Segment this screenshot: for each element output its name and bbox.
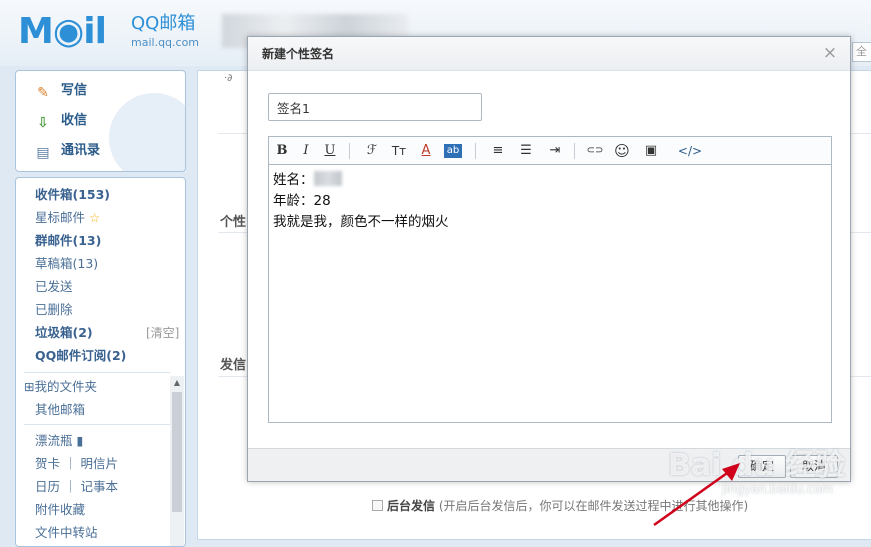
folder-starred[interactable]: 星标邮件 ☆ xyxy=(35,208,100,228)
signature-name-input[interactable] xyxy=(268,93,482,121)
signature-line-name: 姓名： xyxy=(273,170,827,191)
file-transfer-link[interactable]: 文件中转站 xyxy=(35,523,98,543)
signature-section-heading: 个性 xyxy=(220,215,247,230)
folder-deleted[interactable]: 已删除 xyxy=(35,300,73,320)
empty-spam-link[interactable]: [清空] xyxy=(146,323,179,343)
align-button[interactable]: ≡ xyxy=(488,142,508,160)
close-icon[interactable]: × xyxy=(822,45,838,62)
toolbar-separator xyxy=(475,143,476,159)
background-color-button[interactable]: ab xyxy=(444,144,462,158)
qq-penguin-decoration xyxy=(109,93,185,171)
folder-inbox[interactable]: 收件箱(153) xyxy=(35,185,110,205)
italic-button[interactable]: I xyxy=(296,142,316,160)
font-size-button[interactable]: Tт xyxy=(389,142,409,160)
font-color-button[interactable]: A xyxy=(416,142,436,160)
search-input[interactable]: 全 xyxy=(852,42,871,62)
my-folders-toggle[interactable]: ⊞我的文件夹 xyxy=(24,377,97,397)
cards-postcards-link[interactable]: 贺卡 ｜ 明信片 xyxy=(35,454,118,474)
inbox-download-icon: ⇩ xyxy=(37,115,49,131)
toolbar-separator xyxy=(574,143,575,159)
folder-drafts[interactable]: 草稿箱(13) xyxy=(35,254,98,274)
scroll-up-arrow-icon[interactable]: ▲ xyxy=(170,376,184,390)
sidebar-divider xyxy=(24,372,170,373)
brand-name: QQ邮箱 xyxy=(131,13,196,34)
brand-domain: mail.qq.com xyxy=(131,36,200,49)
signature-editor: B I U ℱ Tт A ab ≡ ☰ ⇥ ⊂⊃ ☺ ▣ </> 姓名： 年龄：… xyxy=(268,136,832,423)
contacts-icon: ▤ xyxy=(36,145,50,161)
quick-actions-panel: ✎ 写信 ⇩ 收信 ▤ 通讯录 xyxy=(15,70,186,172)
pencil-icon: ✎ xyxy=(37,85,49,101)
mail-logo[interactable]: M◉il xyxy=(18,12,107,52)
drift-bottle-link[interactable]: 漂流瓶 ▮ xyxy=(35,431,83,451)
link-button[interactable]: ⊂⊃ xyxy=(585,142,605,160)
sidebar-divider xyxy=(24,424,170,425)
image-button[interactable]: ▣ xyxy=(641,142,661,160)
indent-button[interactable]: ⇥ xyxy=(545,142,565,160)
folder-spam[interactable]: 垃圾箱(2) xyxy=(35,323,93,343)
send-section-heading: 发信 xyxy=(220,358,247,373)
new-signature-dialog: 新建个性签名 × B I U ℱ Tт A ab ≡ ☰ ⇥ ⊂⊃ ☺ ▣ </… xyxy=(247,36,851,482)
font-family-button[interactable]: ℱ xyxy=(362,142,382,160)
source-code-button[interactable]: </> xyxy=(675,142,705,160)
list-button[interactable]: ☰ xyxy=(516,142,536,160)
editor-content-area[interactable]: 姓名： 年龄：28 我就是我，颜色不一样的烟火 xyxy=(269,166,831,422)
sidebar-scrollbar[interactable]: ▲ xyxy=(170,376,184,546)
folder-group-mail[interactable]: 群邮件(13) xyxy=(35,231,101,251)
underline-button[interactable]: U xyxy=(320,142,340,160)
blurred-name-value xyxy=(313,171,342,186)
signature-line-motto: 我就是我，颜色不一样的烟火 xyxy=(273,214,449,230)
calendar-notes-link[interactable]: 日历 ｜ 记事本 xyxy=(35,477,118,497)
contacts-button[interactable]: ▤ 通讯录 xyxy=(33,140,100,162)
compose-button[interactable]: ✎ 写信 xyxy=(33,80,87,102)
corner-fragment: ·∂ xyxy=(224,73,233,84)
folder-subscriptions[interactable]: QQ邮件订阅(2) xyxy=(35,346,126,366)
folder-list-panel: 收件箱(153) 星标邮件 ☆ 群邮件(13) 草稿箱(13) 已发送 已删除 … xyxy=(15,177,186,547)
red-arrow-annotation-icon xyxy=(653,463,740,527)
signature-line-age: 年龄：28 xyxy=(273,193,331,209)
receive-button[interactable]: ⇩ 收信 xyxy=(33,110,87,132)
scrollbar-thumb[interactable] xyxy=(172,392,182,512)
editor-toolbar: B I U ℱ Tт A ab ≡ ☰ ⇥ ⊂⊃ ☺ ▣ </> xyxy=(269,137,831,165)
bold-button[interactable]: B xyxy=(272,142,292,160)
emoji-button[interactable]: ☺ xyxy=(612,142,632,160)
folder-sent[interactable]: 已发送 xyxy=(35,277,73,297)
toolbar-separator xyxy=(349,143,350,159)
dialog-title: 新建个性签名 xyxy=(248,37,850,71)
star-icon: ☆ xyxy=(89,210,101,225)
background-send-checkbox[interactable] xyxy=(372,500,383,511)
other-mailbox-link[interactable]: 其他邮箱 xyxy=(35,400,85,420)
attachments-link[interactable]: 附件收藏 xyxy=(35,500,85,520)
